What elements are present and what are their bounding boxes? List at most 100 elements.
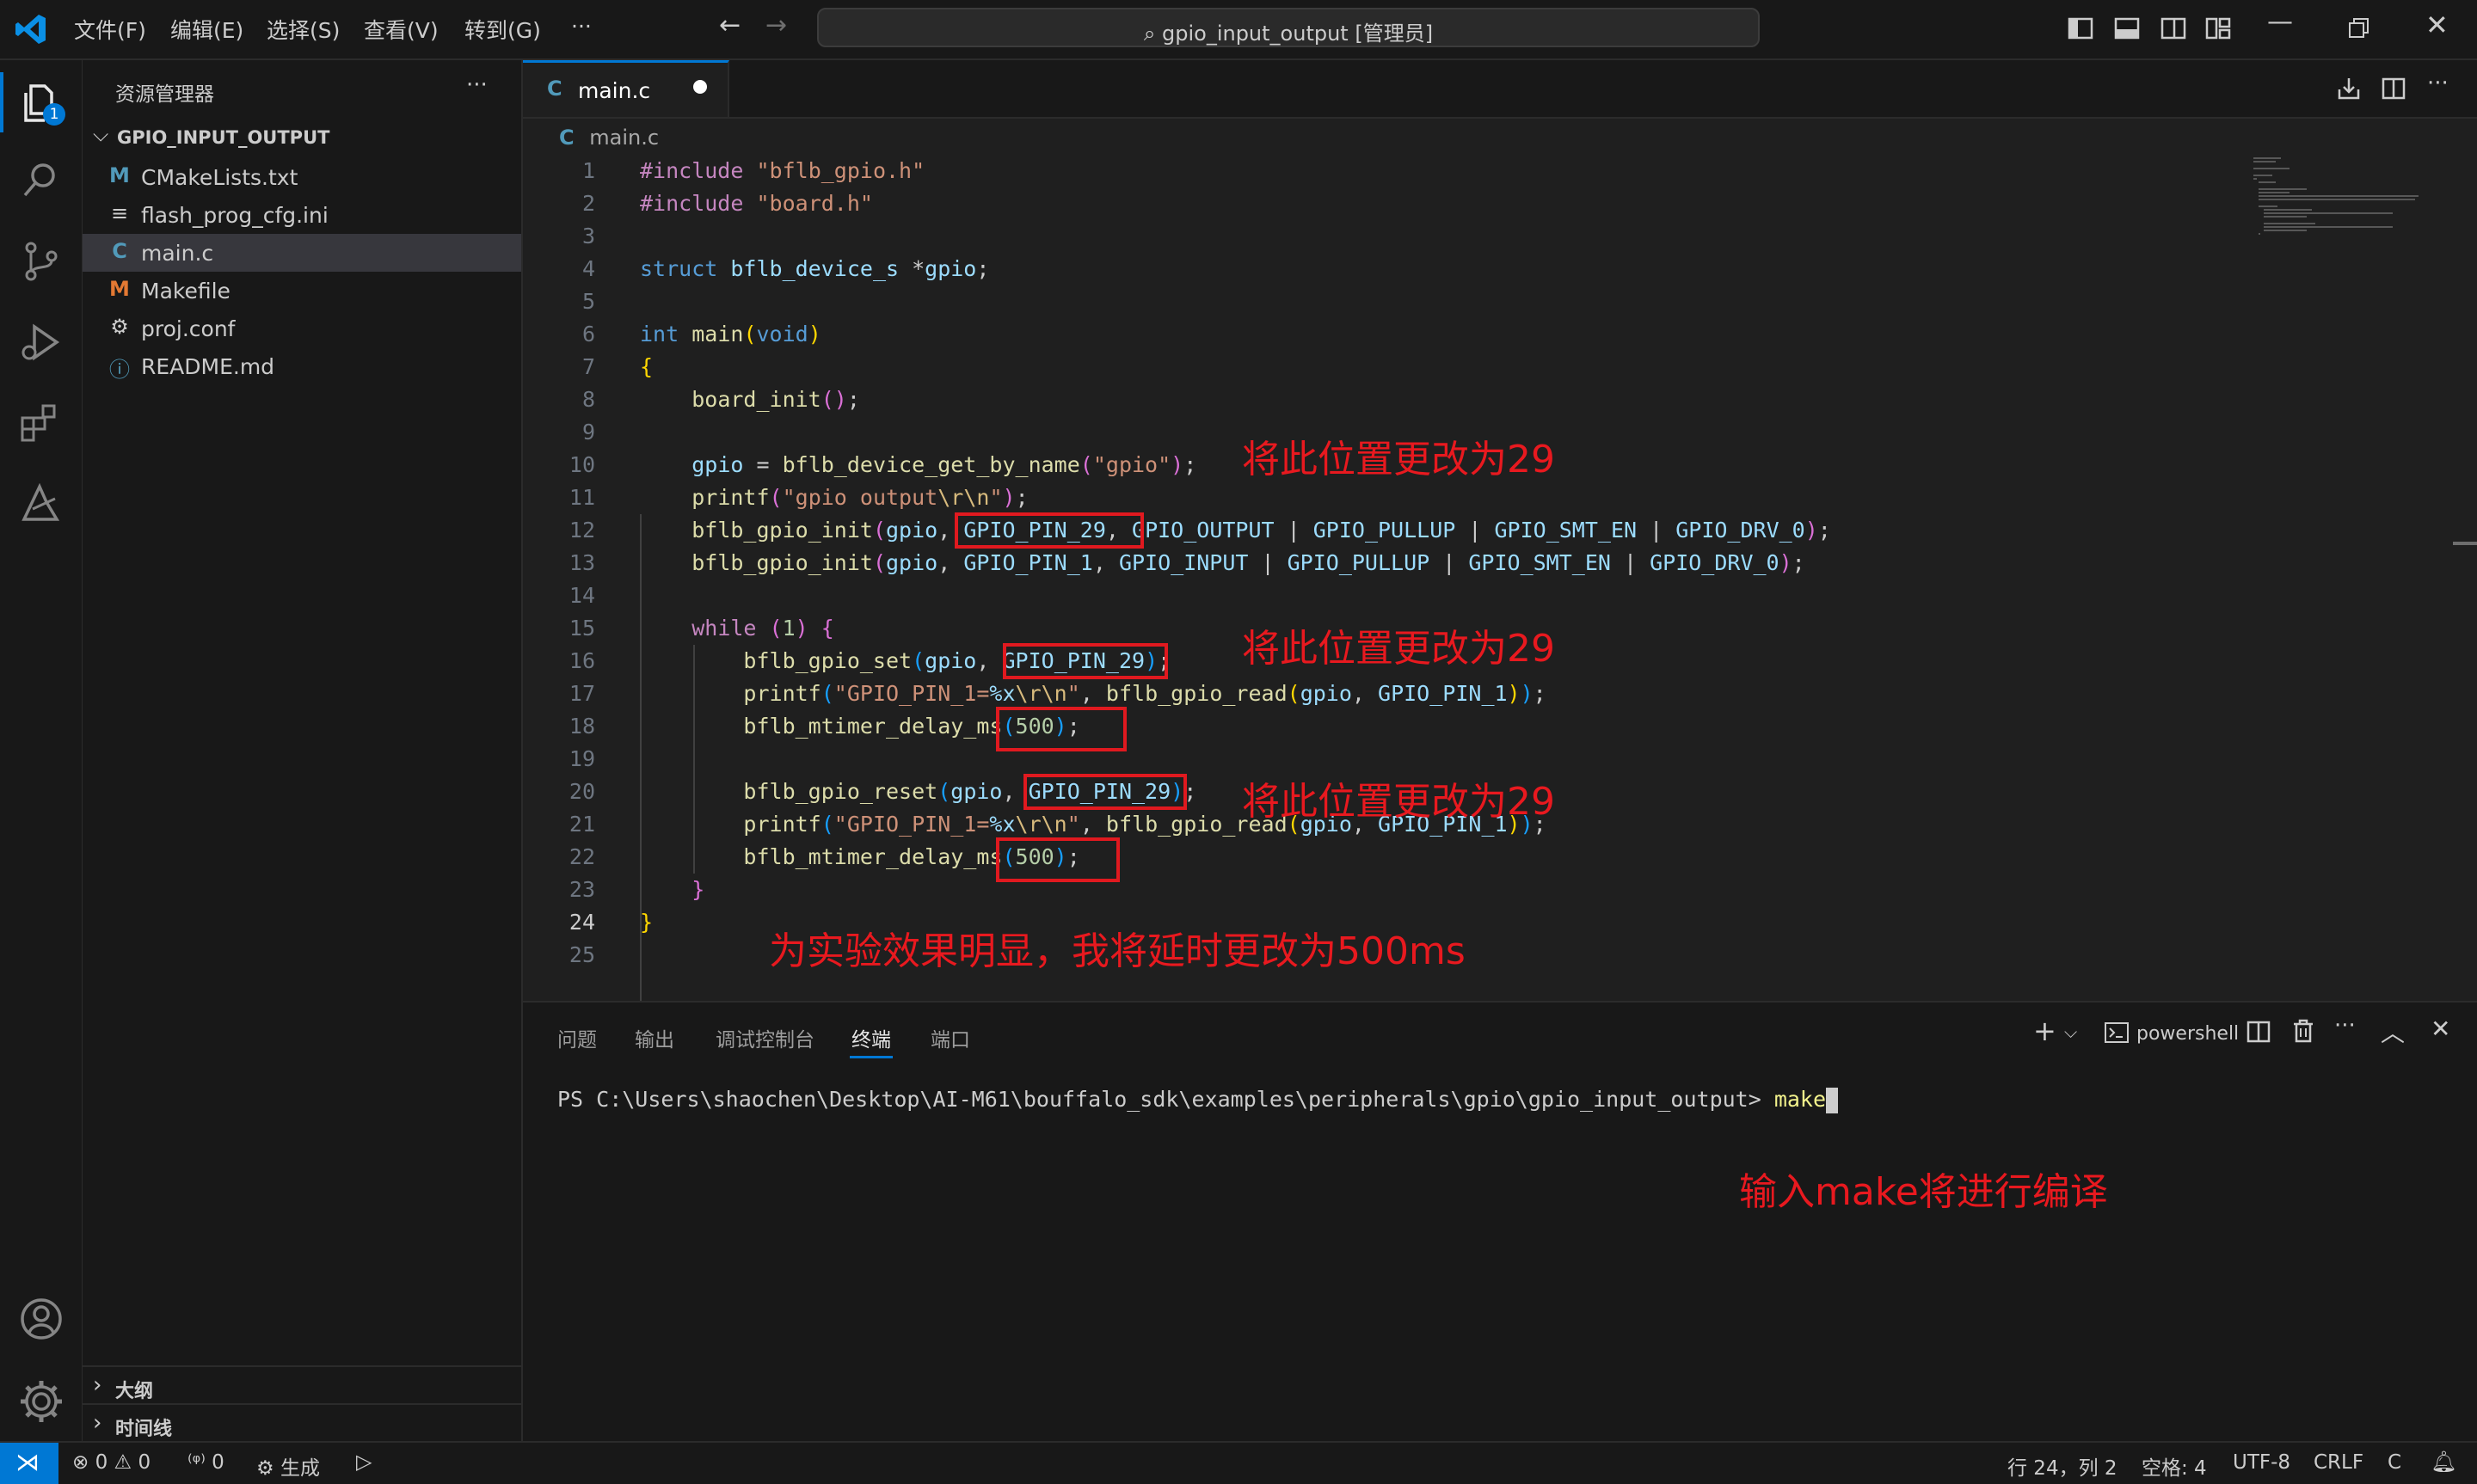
split-editor-icon[interactable] <box>2381 76 2406 101</box>
line-number: 14 <box>569 583 595 608</box>
toggle-primary-sidebar-icon[interactable] <box>2068 17 2093 40</box>
menu-file[interactable]: 文件(F) <box>74 14 146 45</box>
file-item-main-c[interactable]: C main.c <box>83 234 521 272</box>
command-center-search[interactable]: ⌕ gpio_input_output [管理员] <box>817 8 1760 47</box>
annotation-text: 将此位置更改为29 <box>1242 780 1555 824</box>
active-indicator <box>0 72 3 132</box>
customize-layout-icon[interactable] <box>2205 17 2231 40</box>
file-name: Makefile <box>141 279 230 304</box>
chevron-right-icon: › <box>93 1372 102 1398</box>
run-play-icon[interactable]: ▷ <box>356 1450 372 1474</box>
line-number: 1 <box>581 158 595 183</box>
extensions-icon[interactable] <box>17 399 65 447</box>
menu-go[interactable]: 转到(G) <box>464 14 541 45</box>
tab-label: main.c <box>578 78 651 103</box>
language-mode[interactable]: C <box>2388 1451 2401 1474</box>
line-number: 15 <box>569 616 595 641</box>
error-icon: ⊗ <box>72 1451 89 1474</box>
unsaved-dot-icon[interactable] <box>693 80 707 94</box>
file-item-readme[interactable]: ⓘ README.md <box>83 347 521 385</box>
save-download-icon[interactable] <box>2336 76 2362 101</box>
minimize-window-icon[interactable]: — <box>2267 7 2293 37</box>
forward-arrow-icon[interactable]: → <box>765 10 787 40</box>
terminal-icon <box>2105 1022 2129 1043</box>
warning-count: 0 <box>138 1451 151 1474</box>
error-count: 0 <box>95 1451 108 1474</box>
chevron-down-icon: ⌵ <box>93 122 109 146</box>
notifications-bell-icon[interactable]: 🔔︎ <box>2431 1450 2456 1474</box>
line-number: 20 <box>569 779 595 804</box>
terminal-prompt: PS C:\Users\shaochen\Desktop\AI-M61\bouf… <box>557 1087 1774 1112</box>
code-editor[interactable]: 1 #include "bflb_gpio.h" 2 #include "board… <box>523 155 2477 1093</box>
bottom-panel: 问题 输出 调试控制台 终端 端口 + ⌵ powershell ··· ︿ ✕… <box>523 1001 2477 1443</box>
line-number: 3 <box>581 224 595 248</box>
end-of-line[interactable]: CRLF <box>2314 1451 2363 1474</box>
tab-terminal[interactable]: 终端 <box>851 1023 891 1052</box>
timeline-section[interactable]: › 时间线 <box>83 1403 521 1443</box>
line-number: 8 <box>581 387 595 412</box>
build-button[interactable]: ⚙ 生成 <box>256 1451 320 1481</box>
maximize-panel-chevron-up-icon[interactable]: ︿ <box>2381 1015 2405 1049</box>
line-number: 13 <box>569 550 595 575</box>
remote-explorer-icon[interactable] <box>17 480 65 528</box>
menu-selection[interactable]: 选择(S) <box>267 14 340 45</box>
panel-more-icon[interactable]: ··· <box>2334 1013 2356 1039</box>
toggle-secondary-sidebar-icon[interactable] <box>2160 17 2186 40</box>
toggle-panel-icon[interactable] <box>2114 17 2140 40</box>
sidebar-more-icon[interactable]: ··· <box>466 72 488 98</box>
tab-ports[interactable]: 端口 <box>931 1023 970 1052</box>
split-terminal-icon[interactable] <box>2247 1020 2271 1044</box>
highlight-box <box>1023 774 1187 810</box>
active-tab-indicator <box>850 1056 893 1058</box>
menu-more[interactable]: ··· <box>571 14 592 39</box>
minimap[interactable] <box>2247 155 2470 258</box>
indentation[interactable]: 空格: 4 <box>2142 1451 2207 1481</box>
close-panel-icon[interactable]: ✕ <box>2431 1015 2450 1043</box>
chevron-right-icon: › <box>93 1410 102 1436</box>
tab-main-c[interactable]: C main.c <box>523 60 729 117</box>
back-arrow-icon[interactable]: ← <box>719 10 741 40</box>
file-item-cmakelists[interactable]: M CMakeLists.txt <box>83 158 521 196</box>
remote-indicator[interactable]: ⋊ <box>0 1443 58 1484</box>
ports-count: 0 <box>212 1451 224 1474</box>
menu-view[interactable]: 查看(V) <box>364 14 439 45</box>
new-terminal-plus-icon[interactable]: + <box>2033 1015 2056 1047</box>
outline-section[interactable]: › 大纲 <box>83 1365 521 1405</box>
highlight-box <box>996 837 1120 882</box>
c-file-icon: C <box>112 239 127 263</box>
tab-problems[interactable]: 问题 <box>557 1023 597 1052</box>
file-item-proj-conf[interactable]: ⚙ proj.conf <box>83 310 521 347</box>
encoding[interactable]: UTF-8 <box>2233 1451 2290 1474</box>
accounts-icon[interactable] <box>17 1295 65 1343</box>
close-window-icon[interactable]: ✕ <box>2425 9 2449 41</box>
manage-gear-icon[interactable] <box>17 1377 65 1426</box>
ini-file-icon: ≡ <box>110 201 129 225</box>
tab-output[interactable]: 输出 <box>635 1023 674 1052</box>
folder-header[interactable]: ⌵ GPIO_INPUT_OUTPUT <box>83 120 521 155</box>
line-number: 12 <box>569 518 595 543</box>
title-bar: 文件(F) 编辑(E) 选择(S) 查看(V) 转到(G) ··· ← → ⌕ … <box>0 0 2477 60</box>
tab-debug-console[interactable]: 调试控制台 <box>716 1023 814 1052</box>
source-control-icon[interactable] <box>17 237 65 285</box>
line-number: 5 <box>581 289 595 314</box>
ports-status[interactable]: ⁽ᵠ⁾ 0 <box>187 1451 224 1474</box>
chevron-down-icon[interactable]: ⌵ <box>2064 1021 2077 1042</box>
problems-status[interactable]: ⊗ 0 ⚠ 0 <box>72 1451 151 1474</box>
sidebar-title: 资源管理器 <box>115 83 214 106</box>
trash-icon[interactable] <box>2291 1018 2315 1044</box>
file-item-flash-prog-cfg[interactable]: ≡ flash_prog_cfg.ini <box>83 196 521 234</box>
folder-name: GPIO_INPUT_OUTPUT <box>117 127 330 148</box>
shell-name[interactable]: powershell <box>2136 1023 2239 1045</box>
annotation-text: 将此位置更改为29 <box>1242 627 1555 671</box>
terminal-output[interactable]: PS C:\Users\shaochen\Desktop\AI-M61\bouf… <box>557 1087 1839 1113</box>
editor-more-icon[interactable]: ··· <box>2427 71 2449 96</box>
search-icon[interactable] <box>17 156 65 205</box>
breadcrumb[interactable]: C main.c <box>559 126 659 150</box>
cursor-position[interactable]: 行 24，列 2 <box>2007 1451 2117 1481</box>
antenna-icon: ⁽ᵠ⁾ <box>187 1451 206 1474</box>
config-file-icon: ⚙ <box>110 315 129 339</box>
file-item-makefile[interactable]: M Makefile <box>83 272 521 310</box>
restore-window-icon[interactable] <box>2348 17 2370 40</box>
run-and-debug-icon[interactable] <box>17 318 65 366</box>
menu-edit[interactable]: 编辑(E) <box>170 14 243 45</box>
